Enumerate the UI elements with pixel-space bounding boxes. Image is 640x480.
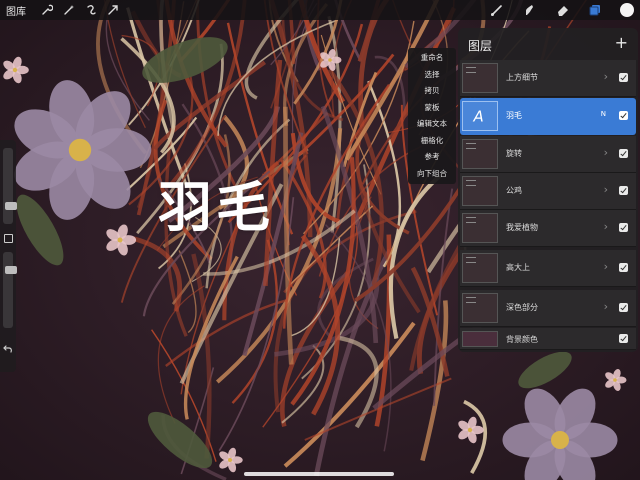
menu-item-rename[interactable]: 重命名	[408, 50, 456, 66]
layer-thumbnail	[462, 253, 498, 283]
left-sidebar	[0, 140, 17, 372]
visibility-checkbox[interactable]	[619, 263, 628, 272]
flower-center	[328, 58, 332, 62]
layer-row[interactable]: 上方细节 ›	[460, 60, 636, 97]
flower-center	[228, 458, 232, 462]
text-layer-thumbnail: A	[462, 101, 498, 131]
menu-item-select[interactable]: 选择	[408, 67, 456, 83]
canvas-text-layer[interactable]: 羽毛	[158, 178, 274, 238]
visibility-checkbox[interactable]	[619, 73, 628, 82]
layer-thumbnail	[462, 176, 498, 206]
transform-arrow-icon[interactable]	[102, 0, 124, 20]
top-toolbar: 图库	[0, 0, 640, 20]
chevron-right-icon[interactable]: ›	[604, 260, 608, 273]
add-layer-button[interactable]: +	[615, 32, 628, 54]
brush-size-thumb[interactable]	[5, 202, 17, 211]
undo-icon[interactable]	[3, 344, 13, 354]
svg-text:A: A	[472, 108, 483, 126]
menu-item-reference[interactable]: 参考	[408, 149, 456, 165]
gallery-button[interactable]: 图库	[6, 3, 26, 18]
menu-item-mask[interactable]: 蒙板	[408, 100, 456, 116]
layer-name: 深色部分	[506, 303, 538, 312]
layer-name: 公鸡	[506, 186, 522, 195]
visibility-checkbox[interactable]	[619, 111, 628, 120]
layers-icon[interactable]	[584, 0, 606, 20]
layer-name: 旋转	[506, 149, 522, 158]
background-color-row[interactable]: 背景颜色	[460, 328, 636, 350]
layer-thumbnail	[462, 63, 498, 93]
chevron-right-icon[interactable]: ›	[604, 70, 608, 83]
flower-center	[613, 378, 617, 382]
blend-mode-label[interactable]: N	[601, 110, 606, 118]
chevron-right-icon[interactable]: ›	[604, 146, 608, 159]
layers-panel: 图层 + 上方细节 › A 羽毛 N 旋转 › 公鸡 › 我爱植物 › 高大上 …	[458, 28, 638, 352]
home-indicator[interactable]	[244, 472, 394, 476]
panel-title: 图层	[468, 39, 493, 53]
visibility-checkbox[interactable]	[619, 186, 628, 195]
letter-a-icon: A	[472, 108, 483, 126]
menu-item-edit-text[interactable]: 编辑文本	[408, 116, 456, 132]
chevron-right-icon[interactable]: ›	[604, 300, 608, 313]
magic-wand-icon[interactable]	[58, 0, 80, 20]
layer-thumbnail	[462, 139, 498, 169]
layer-thumbnail	[462, 213, 498, 243]
layer-row[interactable]: 公鸡 ›	[460, 173, 636, 210]
menu-item-merge-down[interactable]: 向下组合	[408, 166, 456, 182]
flower-center	[117, 237, 123, 243]
visibility-checkbox[interactable]	[619, 303, 628, 312]
chevron-right-icon[interactable]: ›	[604, 220, 608, 233]
modify-button[interactable]	[4, 234, 13, 243]
color-swatch[interactable]	[620, 3, 634, 17]
layer-row[interactable]: 我爱植物 ›	[460, 210, 636, 247]
menu-item-copy[interactable]: 拷贝	[408, 83, 456, 99]
flower-center	[12, 67, 18, 73]
layer-name: 上方细节	[506, 73, 538, 82]
chevron-right-icon[interactable]: ›	[604, 183, 608, 196]
layer-row[interactable]: 高大上 ›	[460, 250, 636, 287]
opacity-thumb[interactable]	[5, 265, 17, 274]
visibility-checkbox[interactable]	[619, 334, 628, 343]
layer-name: 羽毛	[506, 111, 522, 120]
opacity-slider[interactable]	[3, 252, 17, 328]
layer-options-menu: 重命名 选择 拷贝 蒙板 编辑文本 栅格化 参考 向下组合	[408, 48, 456, 184]
layer-name: 我爱植物	[506, 223, 538, 232]
layer-row[interactable]: 旋转 ›	[460, 136, 636, 173]
selection-icon[interactable]	[80, 0, 102, 20]
layer-row-selected[interactable]: A 羽毛 N	[460, 98, 636, 135]
smudge-icon[interactable]	[518, 0, 540, 20]
brush-size-slider[interactable]	[3, 148, 17, 224]
layer-name: 高大上	[506, 263, 530, 272]
eraser-icon[interactable]	[552, 0, 574, 20]
flower-center	[467, 427, 473, 433]
flower-center	[68, 138, 92, 162]
flower-center	[551, 431, 569, 449]
layer-thumbnail	[462, 293, 498, 323]
brush-icon[interactable]	[486, 0, 508, 20]
visibility-checkbox[interactable]	[619, 149, 628, 158]
layer-name: 背景颜色	[506, 335, 538, 344]
wrench-icon[interactable]	[36, 0, 58, 20]
background-color-swatch	[462, 331, 498, 347]
layer-row[interactable]: 深色部分 ›	[460, 290, 636, 327]
visibility-checkbox[interactable]	[619, 223, 628, 232]
menu-item-rasterize[interactable]: 栅格化	[408, 133, 456, 149]
